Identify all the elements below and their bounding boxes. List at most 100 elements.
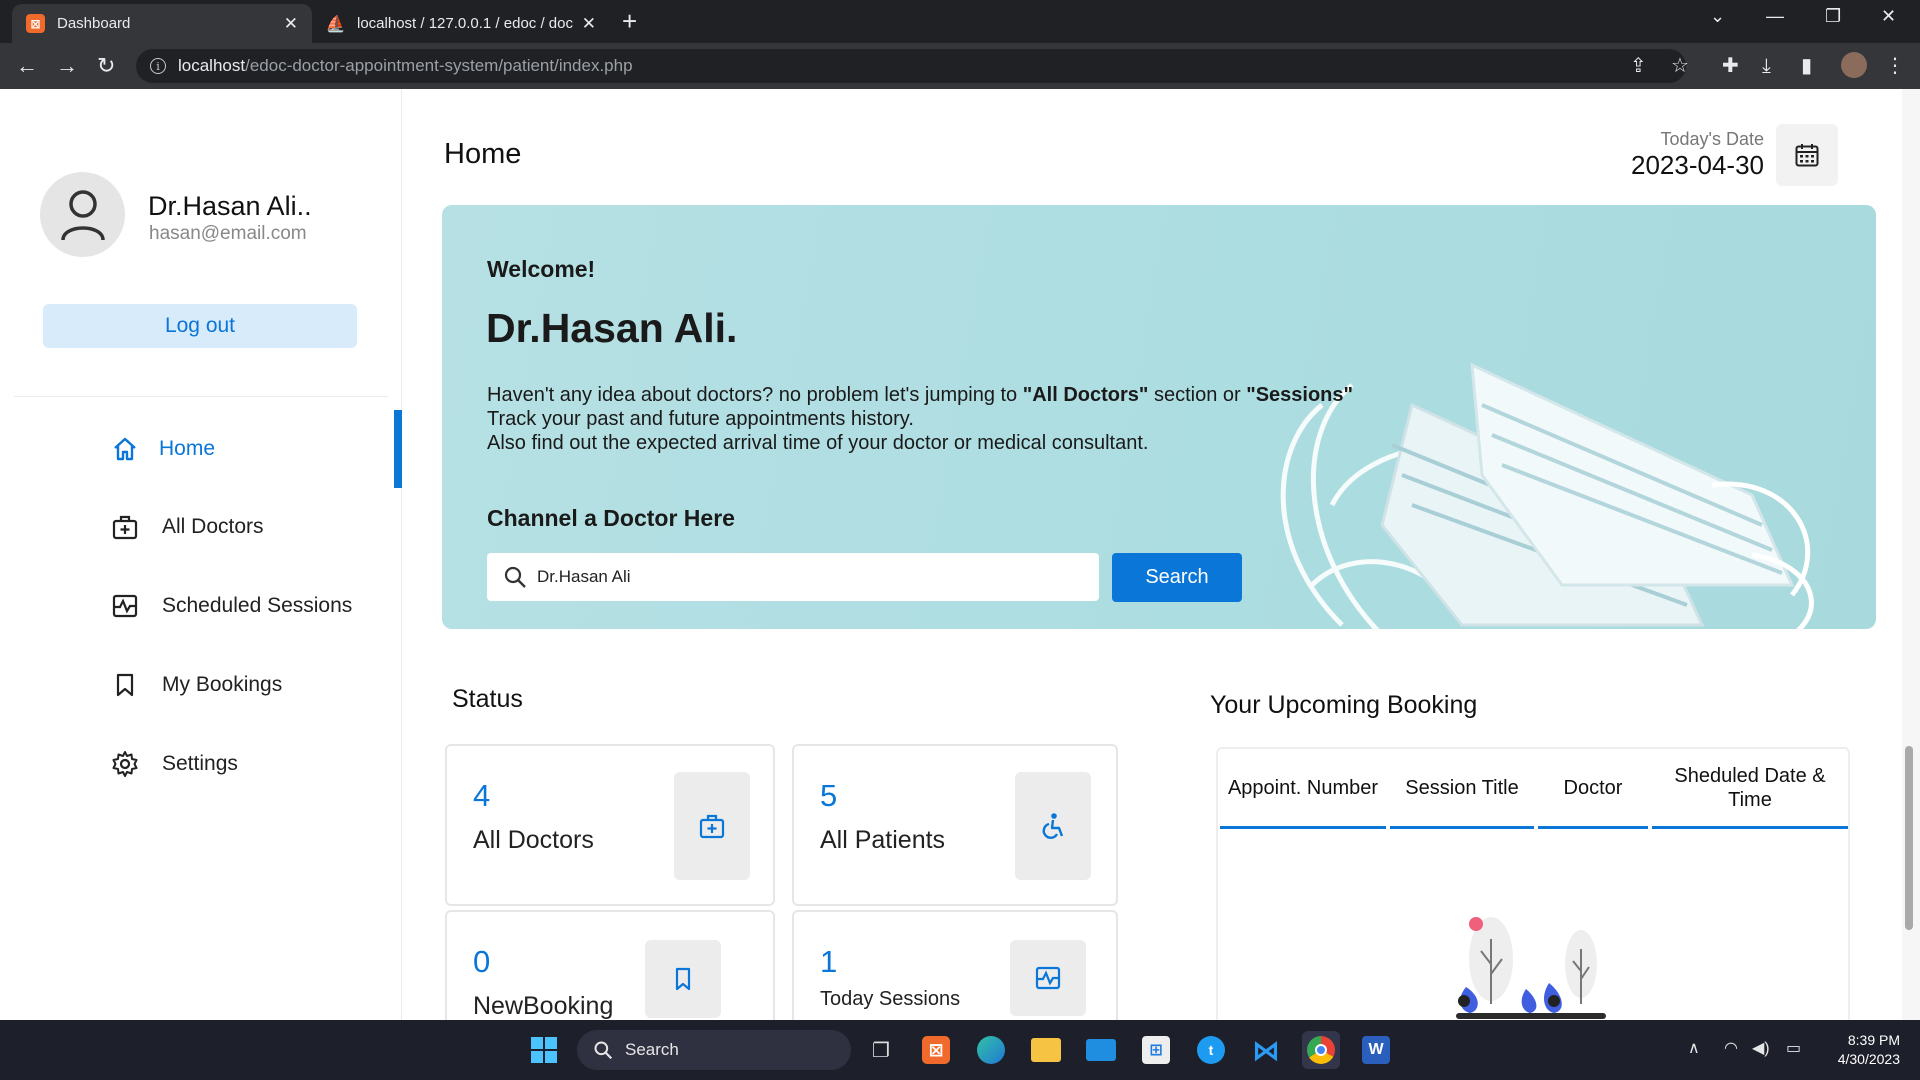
description-text: Haven't any idea about doctors? no probl… (487, 384, 1023, 406)
status-card-today-sessions[interactable]: 1 Today Sessions (792, 910, 1118, 1020)
table-header: Appoint. Number Session Title Doctor She… (1218, 749, 1848, 829)
forward-arrow-icon[interactable]: → (56, 52, 78, 80)
tab-search-chevron-icon[interactable]: ⌄ (1710, 6, 1725, 27)
description-text: section or (1148, 384, 1247, 406)
accessible-icon (1015, 772, 1091, 880)
status-label: All Patients (820, 826, 946, 854)
sessions-icon (1010, 940, 1086, 1016)
edge-icon[interactable] (972, 1031, 1010, 1069)
logout-button[interactable]: Log out (43, 304, 357, 348)
wifi-icon[interactable]: ◠ (1724, 1038, 1738, 1058)
tab-dashboard[interactable]: ⊠ Dashboard ✕ (12, 4, 312, 43)
doctor-search-input[interactable]: Dr.Hasan Ali (487, 553, 1099, 601)
url-host: localhost (178, 56, 246, 75)
sidebar-item-label: All Doctors (162, 515, 264, 538)
main-content: Home Today's Date 2023-04-30 Welcome! Dr… (402, 89, 1902, 1020)
face-masks-illustration (1280, 362, 1814, 629)
column-header-doctor[interactable]: Doctor (1538, 749, 1648, 829)
empty-state-illustration (1456, 917, 1606, 1019)
minimize-icon[interactable]: — (1766, 6, 1784, 27)
profile-name: Dr.Hasan Ali.. (148, 191, 312, 221)
restore-icon[interactable]: ❐ (1825, 6, 1841, 27)
scrollbar-thumb[interactable] (1905, 746, 1913, 930)
taskbar-search[interactable]: Search (577, 1030, 851, 1070)
clock-time: 8:39 PM (1847, 1032, 1900, 1048)
search-button[interactable]: Search (1112, 553, 1242, 602)
url-path: /edoc-doctor-appointment-system/patient/… (245, 56, 633, 75)
mail-icon[interactable] (1082, 1031, 1120, 1069)
search-icon (594, 1041, 613, 1060)
volume-icon[interactable]: ◀) (1752, 1038, 1770, 1058)
status-label: Today Sessions (820, 988, 961, 1010)
battery-icon[interactable]: ▭ (1786, 1038, 1801, 1058)
file-explorer-icon[interactable] (1027, 1031, 1065, 1069)
status-count: 5 (820, 778, 838, 813)
user-avatar-icon (40, 172, 125, 257)
search-icon (504, 566, 526, 588)
sidebar-item-home[interactable]: Home (0, 410, 402, 488)
browser-toolbar: ← → ↻ i localhost/edoc-doctor-appointmen… (0, 43, 1920, 89)
new-tab-icon[interactable]: + (622, 8, 637, 34)
close-tab-icon[interactable]: ✕ (582, 14, 596, 34)
upcoming-booking-title: Your Upcoming Booking (1210, 691, 1478, 719)
taskbar-clock[interactable]: 8:39 PM 4/30/2023 (1820, 1031, 1900, 1069)
column-header-appoint-number[interactable]: Appoint. Number (1220, 749, 1386, 829)
share-icon[interactable]: ⇪ (1630, 54, 1647, 78)
all-doctors-highlight: "All Doctors" (1022, 384, 1149, 406)
calendar-icon (1795, 144, 1819, 167)
sidebar-item-settings[interactable]: Settings (0, 725, 402, 803)
sidebar-item-label: Settings (162, 752, 238, 775)
sidebar-item-label: Home (159, 437, 216, 460)
word-icon[interactable]: W (1357, 1031, 1395, 1069)
welcome-label: Welcome! (487, 256, 596, 282)
reload-icon[interactable]: ↻ (97, 52, 115, 80)
calendar-button[interactable] (1776, 124, 1838, 186)
column-header-scheduled-date[interactable]: Sheduled Date & Time (1652, 749, 1848, 829)
sidebar-item-scheduled-sessions[interactable]: Scheduled Sessions (0, 567, 402, 645)
extensions-icon[interactable]: ✚ (1722, 54, 1739, 78)
windows-start-icon[interactable] (525, 1031, 563, 1069)
xampp-favicon-icon: ⊠ (26, 14, 45, 33)
close-tab-icon[interactable]: ✕ (284, 14, 298, 34)
description-text: Track your past and future appointments … (487, 408, 914, 430)
sidebar: Dr.Hasan Ali.. hasan@email.com Log out H… (0, 89, 402, 1020)
chrome-icon[interactable] (1302, 1031, 1340, 1069)
gear-icon (110, 749, 140, 779)
search-value: Dr.Hasan Ali (537, 567, 631, 586)
task-view-icon[interactable]: ❐ (862, 1031, 900, 1069)
status-count: 0 (473, 944, 491, 979)
side-panel-icon[interactable]: ▮ (1801, 54, 1812, 78)
channel-doctor-title: Channel a Doctor Here (487, 505, 735, 531)
page: Dr.Hasan Ali.. hasan@email.com Log out H… (0, 89, 1920, 1020)
column-header-session-title[interactable]: Session Title (1390, 749, 1534, 829)
download-icon[interactable]: ⤓ (1762, 54, 1771, 78)
status-card-all-doctors[interactable]: 4 All Doctors (445, 744, 775, 906)
sidebar-item-my-bookings[interactable]: My Bookings (0, 646, 402, 724)
browser-tab-bar: ⊠ Dashboard ✕ ⛵ localhost / 127.0.0.1 / … (0, 0, 1920, 43)
vscode-icon[interactable]: ⋈ (1247, 1031, 1285, 1069)
address-bar[interactable]: i localhost/edoc-doctor-appointment-syst… (136, 49, 1686, 83)
description-text: Also find out the expected arrival time … (487, 432, 1149, 454)
bookmark-star-icon[interactable]: ☆ (1671, 54, 1689, 78)
store-icon[interactable]: ⊞ (1137, 1031, 1175, 1069)
bookmark-icon (645, 940, 721, 1018)
status-card-all-patients[interactable]: 5 All Patients (792, 744, 1118, 906)
back-arrow-icon[interactable]: ← (16, 52, 38, 80)
tab-phpmyadmin[interactable]: ⛵ localhost / 127.0.0.1 / edoc / doc ✕ (312, 4, 610, 43)
sidebar-divider (14, 396, 388, 397)
twitter-icon[interactable]: t (1192, 1031, 1230, 1069)
status-label: All Doctors (473, 826, 594, 854)
window-close-icon[interactable]: ✕ (1881, 6, 1896, 27)
tab-title: localhost / 127.0.0.1 / edoc / doc (357, 15, 573, 32)
welcome-banner: Welcome! Dr.Hasan Ali. Haven't any idea … (442, 205, 1876, 629)
sidebar-item-all-doctors[interactable]: All Doctors (0, 488, 402, 566)
doctor-bag-icon (674, 772, 750, 880)
profile-avatar-icon[interactable] (1841, 52, 1867, 78)
tray-chevron-icon[interactable]: ∧ (1688, 1038, 1700, 1058)
profile-email: hasan@email.com (149, 223, 307, 244)
xampp-icon[interactable]: ⊠ (917, 1031, 955, 1069)
chrome-menu-icon[interactable]: ⋮ (1885, 54, 1905, 78)
site-info-icon[interactable]: i (150, 58, 166, 74)
page-title: Home (444, 138, 522, 170)
status-card-new-booking[interactable]: 0 NewBooking (445, 910, 775, 1020)
